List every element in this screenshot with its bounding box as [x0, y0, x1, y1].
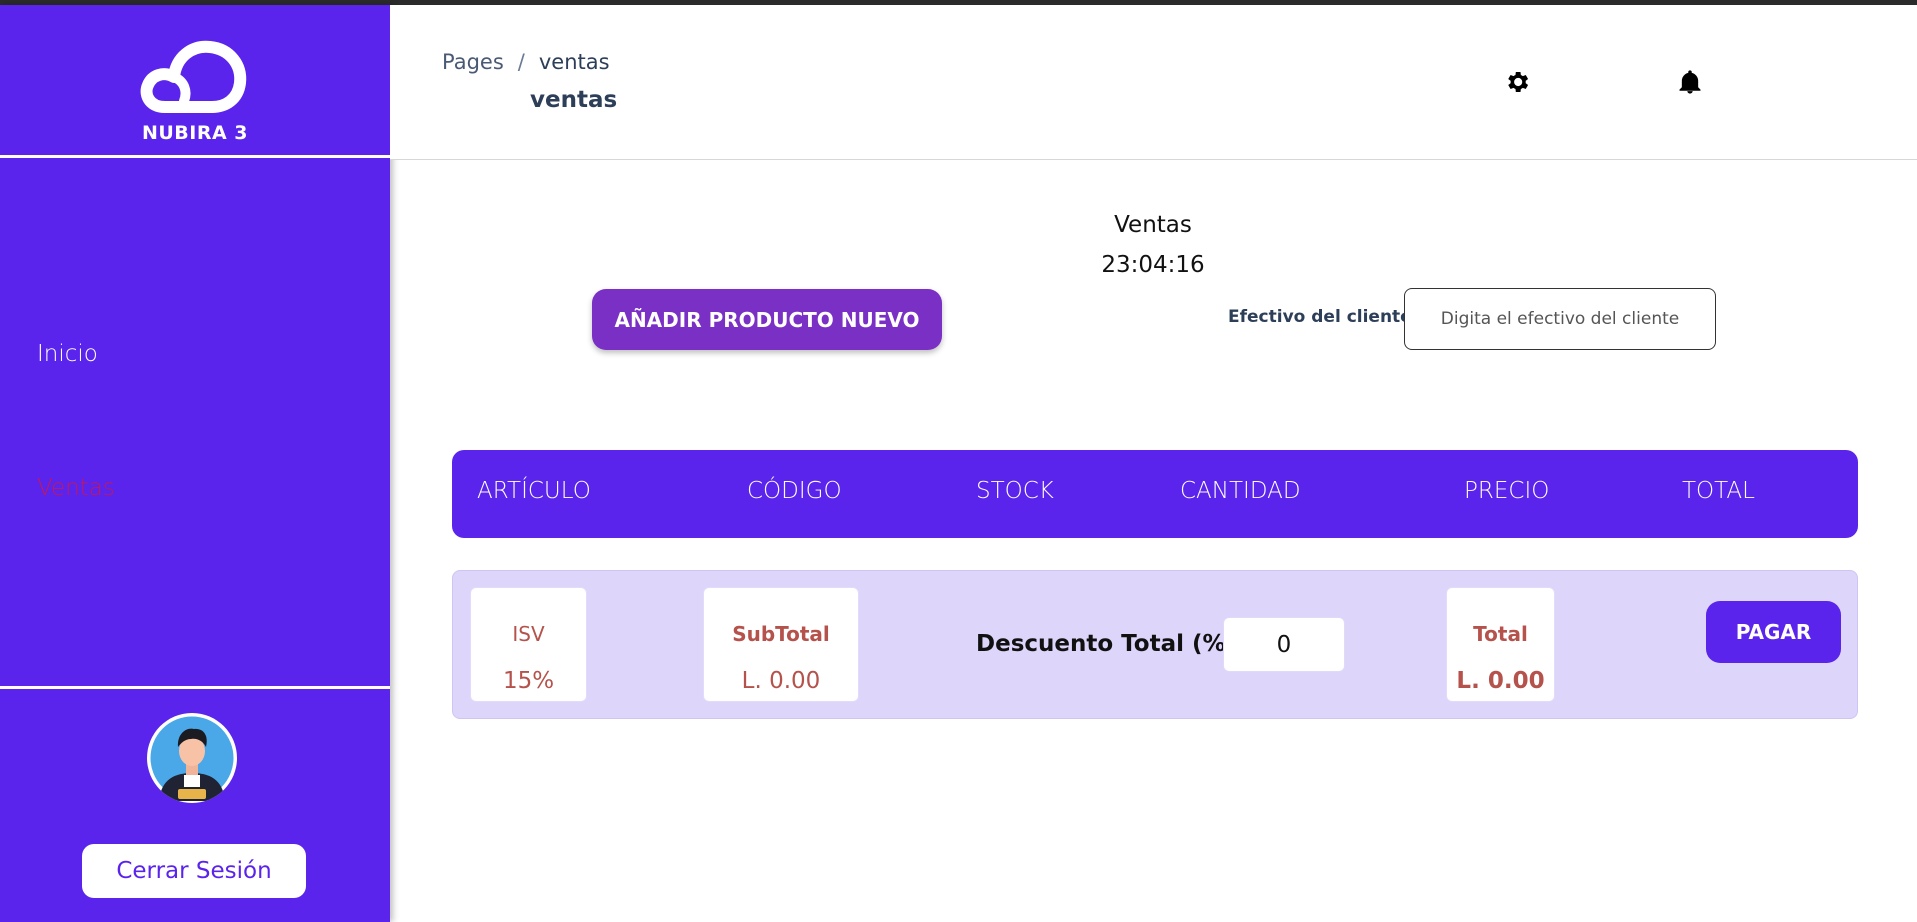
sidebar-divider-top [0, 155, 390, 158]
breadcrumb-separator: / [517, 50, 525, 74]
discount-label: Descuento Total (%): [976, 631, 1246, 657]
total-card: Total L. 0.00 [1446, 587, 1555, 702]
cash-input[interactable] [1404, 288, 1716, 350]
sidebar: NUBIRA 3 Inicio Ventas Cerrar Sesión [0, 5, 390, 922]
cash-label: Efectivo del cliente: [1228, 307, 1419, 327]
column-header-cantidad: CANTIDAD [1180, 478, 1301, 504]
column-header-stock: STOCK [976, 478, 1054, 504]
column-header-codigo: CÓDIGO [747, 478, 842, 504]
sidebar-item-ventas[interactable]: Ventas [37, 475, 115, 501]
breadcrumb-item-ventas: ventas [538, 50, 610, 74]
add-product-button[interactable]: AÑADIR PRODUCTO NUEVO [592, 289, 942, 350]
logo: NUBIRA 3 [0, 5, 390, 155]
breadcrumb-item-pages[interactable]: Pages [442, 50, 504, 74]
clock: 23:04:16 [1101, 252, 1205, 278]
isv-label: ISV [512, 622, 545, 646]
table-header: ARTÍCULO CÓDIGO STOCK CANTIDAD PRECIO TO… [452, 450, 1858, 538]
subtotal-label: SubTotal [732, 622, 830, 646]
avatar[interactable] [147, 713, 237, 803]
section-title: Ventas [1114, 212, 1192, 238]
page-title: ventas [530, 87, 618, 113]
total-label: Total [1473, 622, 1528, 646]
logo-text: NUBIRA 3 [141, 122, 249, 144]
header: Pages / ventas ventas [390, 5, 1917, 160]
sidebar-divider-bottom [0, 686, 390, 689]
user-avatar-icon [147, 713, 237, 803]
subtotal-value: L. 0.00 [741, 668, 821, 694]
subtotal-card: SubTotal L. 0.00 [703, 587, 859, 702]
cloud-logo-icon [140, 40, 247, 113]
column-header-total: TOTAL [1682, 478, 1755, 504]
column-header-articulo: ARTÍCULO [477, 478, 591, 504]
isv-value: 15% [502, 668, 555, 694]
isv-card: ISV 15% [470, 587, 587, 702]
pay-button[interactable]: PAGAR [1706, 601, 1841, 663]
breadcrumb: Pages / ventas [442, 50, 610, 74]
discount-input[interactable] [1223, 617, 1345, 672]
column-header-precio: PRECIO [1464, 478, 1550, 504]
total-value: L. 0.00 [1456, 668, 1545, 694]
logout-button[interactable]: Cerrar Sesión [82, 844, 306, 898]
bell-icon[interactable] [1676, 68, 1704, 96]
gear-icon[interactable] [1503, 68, 1531, 96]
summary-bar: ISV 15% SubTotal L. 0.00 Descuento Total… [452, 570, 1858, 719]
sidebar-item-inicio[interactable]: Inicio [37, 341, 98, 367]
